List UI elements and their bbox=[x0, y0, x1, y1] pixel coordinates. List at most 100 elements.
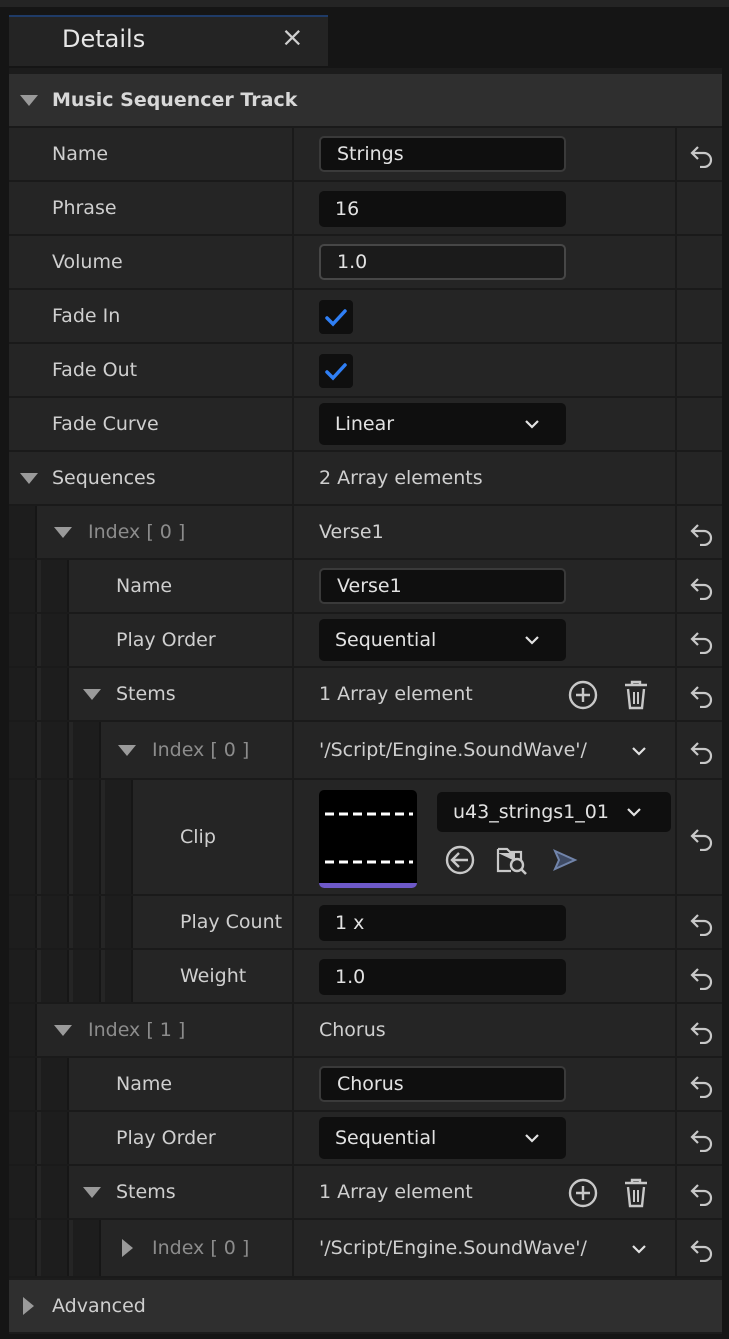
chevron-down-icon bbox=[525, 636, 539, 645]
property-row-stems: Stems 1 Array element bbox=[9, 1166, 722, 1220]
name-label: Name bbox=[116, 1073, 173, 1095]
expand-arrow-icon[interactable] bbox=[54, 506, 72, 558]
category-label: Music Sequencer Track bbox=[52, 89, 298, 111]
close-icon[interactable]: × bbox=[281, 22, 304, 53]
checkmark-icon bbox=[325, 309, 347, 327]
play-icon[interactable] bbox=[547, 843, 581, 877]
name-label: Name bbox=[52, 143, 109, 165]
reset-arrow-icon[interactable] bbox=[689, 1072, 715, 1098]
reset-arrow-icon[interactable] bbox=[689, 520, 715, 546]
stems-label: Stems bbox=[116, 683, 176, 705]
property-row-play-order: Play Order Sequential bbox=[9, 614, 722, 668]
play-order-label: Play Order bbox=[116, 1127, 216, 1149]
name-input[interactable]: Strings bbox=[319, 136, 566, 172]
category-music-sequencer-track[interactable]: Music Sequencer Track bbox=[9, 74, 722, 128]
play-count-label: Play Count bbox=[180, 911, 283, 933]
reset-arrow-icon[interactable] bbox=[689, 628, 715, 654]
property-row-sequences: Sequences 2 Array elements bbox=[9, 452, 722, 506]
name-label: Name bbox=[116, 575, 173, 597]
expand-arrow-icon[interactable] bbox=[83, 1166, 101, 1218]
fade-out-label: Fade Out bbox=[52, 359, 138, 381]
reset-arrow-icon[interactable] bbox=[689, 825, 715, 851]
reset-arrow-icon[interactable] bbox=[689, 1126, 715, 1152]
stem-index-label: Index [ 0 ] bbox=[152, 1237, 250, 1259]
fade-in-checkbox[interactable] bbox=[319, 300, 353, 334]
sequence-item-0: Index [ 0 ] Verse1 bbox=[9, 506, 722, 560]
chevron-down-icon bbox=[525, 1134, 539, 1143]
weight-input[interactable]: 1.0 bbox=[319, 959, 566, 995]
browse-asset-icon[interactable] bbox=[495, 843, 529, 877]
reset-arrow-icon[interactable] bbox=[689, 1018, 715, 1044]
property-row-name: Name Strings bbox=[9, 128, 722, 182]
chevron-down-icon[interactable] bbox=[631, 1241, 647, 1257]
stem-value: '/Script/Engine.SoundWave'/ bbox=[319, 1237, 587, 1259]
property-row-sequence-name: Name Chorus bbox=[9, 1058, 722, 1112]
category-advanced[interactable]: Advanced bbox=[9, 1280, 722, 1332]
tab-title: Details bbox=[62, 25, 146, 53]
waveform-icon bbox=[325, 812, 413, 864]
expand-arrow-icon[interactable] bbox=[83, 668, 101, 720]
phrase-input[interactable]: 16 bbox=[319, 191, 566, 227]
reset-arrow-icon[interactable] bbox=[689, 142, 715, 168]
clip-asset-dropdown[interactable]: u43_strings1_01 bbox=[437, 792, 671, 832]
reset-arrow-icon[interactable] bbox=[689, 574, 715, 600]
fade-curve-dropdown[interactable]: Linear bbox=[319, 403, 566, 445]
volume-input[interactable]: 1.0 bbox=[319, 244, 566, 280]
stem-index-label: Index [ 0 ] bbox=[152, 739, 250, 761]
details-tab[interactable]: Details × bbox=[9, 15, 328, 66]
chevron-down-icon[interactable] bbox=[631, 743, 647, 759]
delete-icon[interactable] bbox=[619, 1176, 653, 1210]
fade-in-label: Fade In bbox=[52, 305, 121, 327]
chevron-down-icon bbox=[627, 808, 641, 817]
clip-label: Clip bbox=[180, 826, 216, 848]
play-order-dropdown[interactable]: Sequential bbox=[319, 1117, 566, 1159]
checkmark-icon bbox=[325, 363, 347, 381]
advanced-label: Advanced bbox=[52, 1295, 146, 1317]
index-label: Index [ 0 ] bbox=[88, 521, 186, 543]
sequence-name-input[interactable]: Verse1 bbox=[319, 568, 566, 604]
stem-value: '/Script/Engine.SoundWave'/ bbox=[319, 739, 587, 761]
delete-icon[interactable] bbox=[619, 678, 653, 712]
weight-label: Weight bbox=[180, 965, 247, 987]
expand-arrow-icon[interactable] bbox=[122, 1220, 133, 1276]
fade-curve-label: Fade Curve bbox=[52, 413, 159, 435]
phrase-label: Phrase bbox=[52, 197, 117, 219]
add-element-icon[interactable] bbox=[566, 1176, 600, 1210]
expand-arrow-icon[interactable] bbox=[54, 1004, 72, 1056]
reset-arrow-icon[interactable] bbox=[689, 910, 715, 936]
reset-arrow-icon[interactable] bbox=[689, 964, 715, 990]
expand-arrow-icon[interactable] bbox=[20, 74, 38, 126]
reset-arrow-icon[interactable] bbox=[689, 682, 715, 708]
stem-item-0: Index [ 0 ] '/Script/Engine.SoundWave'/ bbox=[9, 722, 722, 780]
play-count-input[interactable]: 1 x bbox=[319, 905, 566, 941]
property-row-sequence-name: Name Verse1 bbox=[9, 560, 722, 614]
property-row-phrase: Phrase 16 bbox=[9, 182, 722, 236]
property-row-stems: Stems 1 Array element bbox=[9, 668, 722, 722]
reset-arrow-icon[interactable] bbox=[689, 1180, 715, 1206]
expand-arrow-icon[interactable] bbox=[118, 722, 136, 778]
sequence-value: Verse1 bbox=[319, 521, 384, 543]
property-row-fade-out: Fade Out bbox=[9, 344, 722, 398]
property-row-clip: Clip u43_strings1_01 bbox=[9, 780, 722, 896]
expand-arrow-icon[interactable] bbox=[20, 452, 38, 504]
chevron-down-icon bbox=[525, 420, 539, 429]
index-label: Index [ 1 ] bbox=[88, 1019, 186, 1041]
reset-arrow-icon[interactable] bbox=[689, 1236, 715, 1262]
sequence-name-input[interactable]: Chorus bbox=[319, 1066, 566, 1102]
reset-arrow-icon[interactable] bbox=[689, 738, 715, 764]
play-order-value: Sequential bbox=[335, 629, 437, 651]
property-row-fade-in: Fade In bbox=[9, 290, 722, 344]
property-row-play-order: Play Order Sequential bbox=[9, 1112, 722, 1166]
property-row-weight: Weight 1.0 bbox=[9, 950, 722, 1004]
stems-label: Stems bbox=[116, 1181, 176, 1203]
use-selected-asset-icon[interactable] bbox=[443, 843, 477, 877]
property-row-volume: Volume 1.0 bbox=[9, 236, 722, 290]
fade-out-checkbox[interactable] bbox=[319, 354, 353, 388]
clip-asset-value: u43_strings1_01 bbox=[453, 801, 609, 823]
add-element-icon[interactable] bbox=[566, 678, 600, 712]
expand-arrow-icon[interactable] bbox=[23, 1280, 34, 1332]
clip-thumbnail[interactable] bbox=[319, 790, 417, 888]
play-order-dropdown[interactable]: Sequential bbox=[319, 619, 566, 661]
sequence-item-1: Index [ 1 ] Chorus bbox=[9, 1004, 722, 1058]
play-order-label: Play Order bbox=[116, 629, 216, 651]
